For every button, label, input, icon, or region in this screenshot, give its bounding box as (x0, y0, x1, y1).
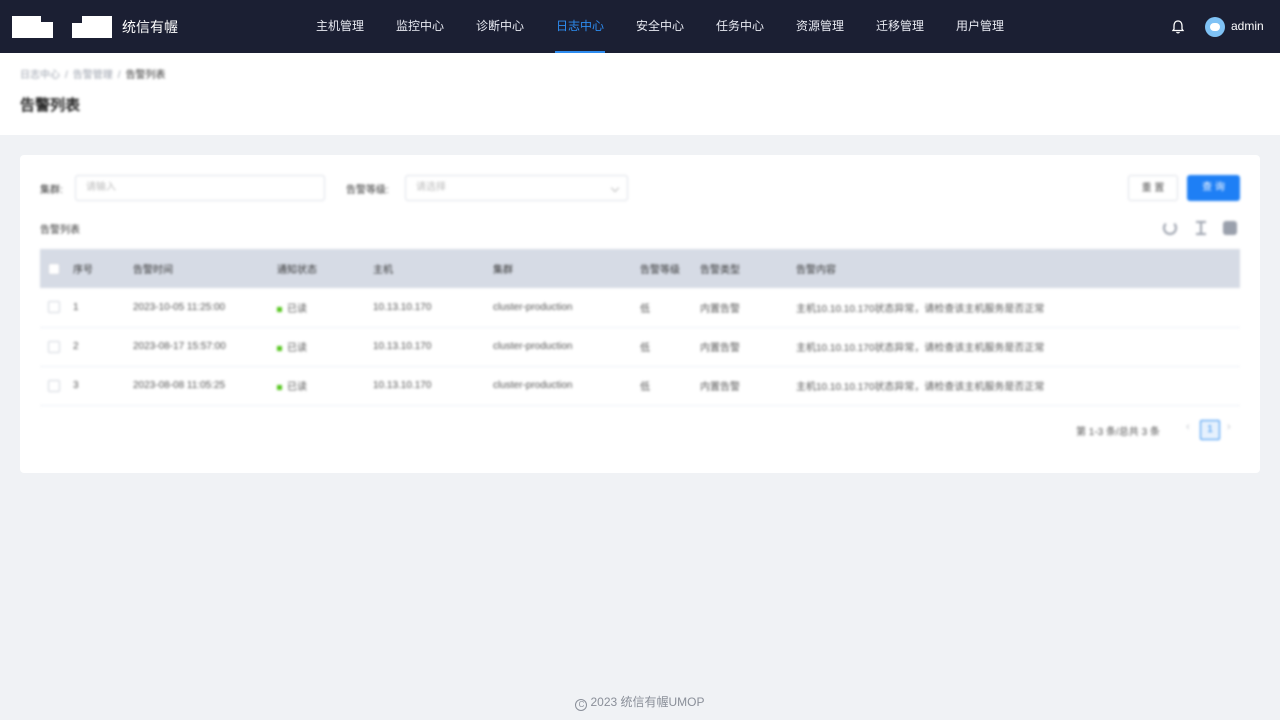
nav-item-user[interactable]: 用户管理 (940, 0, 1020, 53)
status-dot-icon (277, 384, 282, 390)
reset-button[interactable]: 重 置 (1128, 175, 1178, 201)
alert-list-card: 集群: 请输入 告警等级: 请选择 重 置 查 询 告警列表 序号 告警时间 通… (20, 155, 1260, 473)
table-header-row: 序号 告警时间 通知状态 主机 集群 告警等级 告警类型 告警内容 (40, 249, 1240, 288)
level-select-placeholder: 请选择 (416, 182, 446, 193)
main-nav: 主机管理 监控中心 诊断中心 日志中心 安全中心 任务中心 资源管理 迁移管理 … (300, 0, 1020, 53)
table-row[interactable]: 2 2023-08-17 15:57:00 已读 10.13.10.170 cl… (40, 327, 1240, 366)
nav-item-resource[interactable]: 资源管理 (780, 0, 860, 53)
nav-item-security[interactable]: 安全中心 (620, 0, 700, 53)
cell-no: 1 (73, 301, 79, 313)
cell-cluster: cluster-production (493, 341, 573, 352)
row-checkbox[interactable] (48, 340, 60, 353)
page-number-current[interactable]: 1 (1200, 420, 1220, 440)
row-height-icon[interactable] (1194, 221, 1208, 235)
cell-content: 主机10.10.10.170状态异常，请检查该主机服务是否正常 (796, 382, 1045, 393)
select-all-checkbox[interactable] (48, 262, 60, 275)
row-checkbox[interactable] (48, 301, 60, 314)
nav-item-diagnose[interactable]: 诊断中心 (460, 0, 540, 53)
top-navbar: 统信有幄 主机管理 监控中心 诊断中心 日志中心 安全中心 任务中心 资源管理 … (0, 0, 1280, 53)
level-label: 告警等级: (346, 185, 389, 196)
nav-item-log[interactable]: 日志中心 (540, 0, 620, 53)
cell-time: 2023-10-05 11:25:00 (133, 301, 226, 313)
cell-no: 3 (73, 380, 79, 391)
cluster-label: 集群: (40, 185, 63, 196)
cell-level: 低 (640, 382, 650, 393)
nav-item-task[interactable]: 任务中心 (700, 0, 780, 53)
cell-host: 10.13.10.170 (373, 380, 432, 391)
cell-cluster: cluster-production (493, 380, 573, 391)
cell-type: 内置告警 (700, 303, 740, 315)
col-header: 集群 (493, 265, 513, 276)
status-dot-icon (277, 306, 282, 312)
cell-time: 2023-08-17 15:57:00 (133, 341, 226, 352)
breadcrumb-item[interactable]: 告警管理 (73, 70, 113, 81)
col-header: 告警类型 (700, 265, 740, 276)
footer-text: 2023 统信有幄UMOP (590, 695, 705, 709)
pagination-summary: 第 1-3 条/总共 3 条 (1076, 427, 1160, 438)
status-dot-icon (277, 345, 282, 351)
cell-type: 内置告警 (700, 343, 740, 354)
col-header: 告警内容 (796, 265, 836, 276)
cell-level: 低 (640, 343, 650, 354)
next-page-button[interactable]: › (1227, 421, 1231, 433)
cell-cluster: cluster-production (493, 301, 573, 313)
level-select[interactable]: 请选择 (405, 175, 628, 201)
col-header: 告警时间 (133, 265, 173, 276)
nav-item-monitor[interactable]: 监控中心 (380, 0, 460, 53)
cell-host: 10.13.10.170 (373, 301, 432, 313)
status-text: 已读 (287, 343, 307, 354)
table-row[interactable]: 3 2023-08-08 11:05:25 已读 10.13.10.170 cl… (40, 366, 1240, 405)
table-row[interactable]: 1 2023-10-05 11:25:00 已读 10.13.10.170 cl… (40, 288, 1240, 327)
footer: C 2023 统信有幄UMOP (0, 693, 1280, 711)
nav-item-migration[interactable]: 迁移管理 (860, 0, 940, 53)
brand-name: 统信有幄 (122, 19, 178, 35)
cell-type: 内置告警 (700, 382, 740, 393)
settings-icon[interactable] (1223, 221, 1237, 235)
col-header: 序号 (73, 265, 93, 276)
page-header: 日志中心 / 告警管理 / 告警列表 告警列表 (0, 53, 1280, 135)
avatar[interactable] (1205, 17, 1225, 37)
logo-mark-icon (72, 16, 112, 38)
cell-host: 10.13.10.170 (373, 341, 432, 352)
logo-icon[interactable] (12, 16, 53, 38)
chevron-down-icon (610, 183, 620, 193)
table-title: 告警列表 (40, 225, 80, 236)
cell-status: 已读 (277, 366, 373, 405)
cell-no: 2 (73, 341, 79, 352)
status-text: 已读 (287, 382, 307, 393)
cell-content: 主机10.10.10.170状态异常，请检查该主机服务是否正常 (796, 303, 1045, 315)
breadcrumb-current: 告警列表 (125, 70, 166, 81)
query-button[interactable]: 查 询 (1187, 175, 1240, 201)
cluster-input[interactable]: 请输入 (75, 175, 325, 201)
nav-item-host[interactable]: 主机管理 (300, 0, 380, 53)
user-name[interactable]: admin (1231, 19, 1264, 33)
status-text: 已读 (287, 303, 307, 315)
breadcrumb-item[interactable]: 日志中心 (20, 70, 60, 81)
cell-level: 低 (640, 303, 650, 315)
col-header: 主机 (373, 265, 393, 276)
col-header: 告警等级 (640, 265, 680, 276)
cell-status: 已读 (277, 327, 373, 366)
page-title: 告警列表 (20, 97, 81, 114)
cell-time: 2023-08-08 11:05:25 (133, 380, 226, 391)
breadcrumb-separator: / (65, 70, 68, 81)
alert-table: 序号 告警时间 通知状态 主机 集群 告警等级 告警类型 告警内容 1 2023… (40, 249, 1240, 406)
copyright-icon: C (575, 699, 588, 711)
prev-page-button[interactable]: ‹ (1186, 421, 1190, 433)
col-header: 通知状态 (277, 265, 317, 276)
cell-status: 已读 (277, 288, 373, 327)
row-checkbox[interactable] (48, 379, 60, 392)
bell-icon[interactable] (1170, 19, 1186, 35)
breadcrumb-separator: / (117, 70, 121, 81)
cell-content: 主机10.10.10.170状态异常，请检查该主机服务是否正常 (796, 343, 1045, 354)
breadcrumb: 日志中心 / 告警管理 / 告警列表 (20, 66, 166, 81)
refresh-icon[interactable] (1163, 221, 1177, 235)
